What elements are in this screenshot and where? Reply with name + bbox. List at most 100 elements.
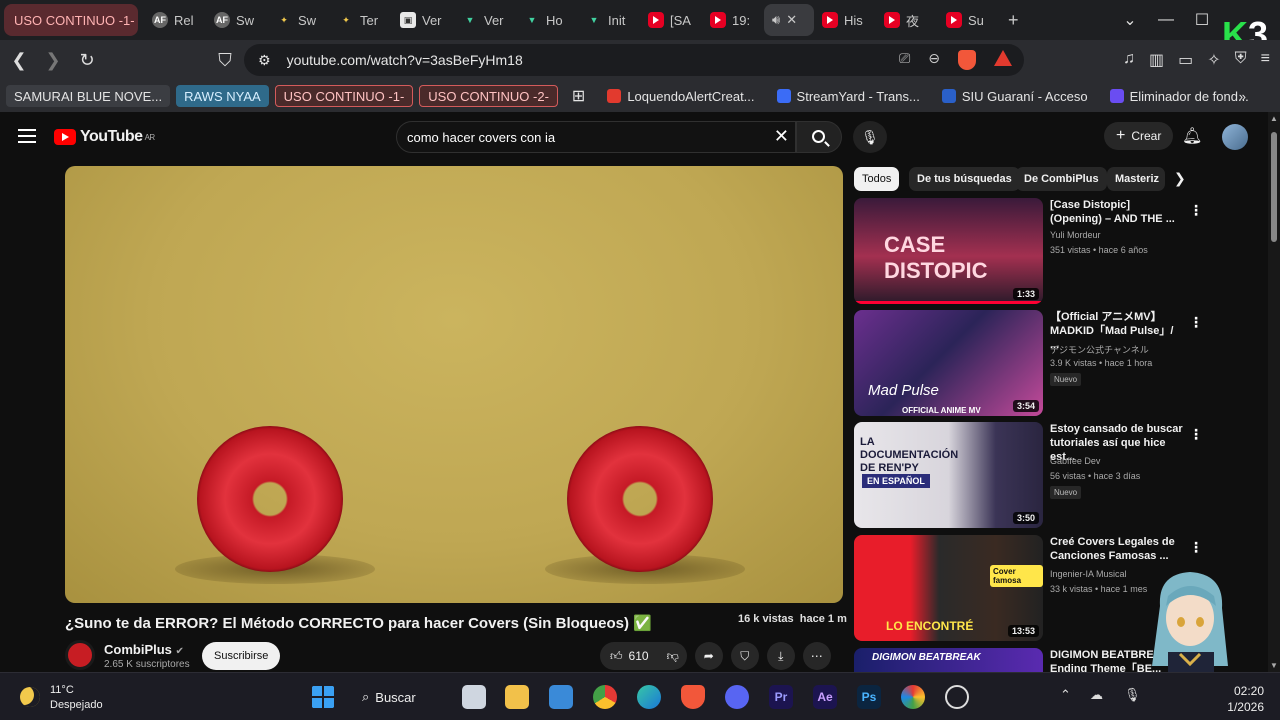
after-effects-icon[interactable]: Ae	[813, 685, 837, 709]
browser-tab[interactable]: His	[814, 4, 876, 36]
leo-ai-icon[interactable]: ✧	[1207, 50, 1220, 70]
clear-search-icon[interactable]: ✕	[774, 126, 789, 147]
hamburger-menu-icon[interactable]	[18, 129, 36, 147]
recommendation-item[interactable]: LA DOCUMENTACIÓN DE REN'PY EN ESPAÑOL 3:…	[854, 422, 1254, 530]
chip-masteriz[interactable]: Masteriz	[1107, 167, 1165, 191]
recommendation-channel[interactable]: Yuli Mordeur	[1050, 230, 1101, 240]
vpn-icon[interactable]: ⛨	[1235, 50, 1247, 70]
video-thumbnail[interactable]: LO ENCONTRÉ Cover famosa 13:53	[854, 535, 1043, 641]
scroll-up-icon[interactable]: ▲	[1270, 114, 1278, 123]
more-options-icon[interactable]: ⋮	[1189, 202, 1203, 219]
search-button[interactable]	[796, 121, 842, 153]
subscribe-button[interactable]: Suscribirse	[202, 642, 281, 670]
file-explorer-icon[interactable]	[505, 685, 529, 709]
video-player[interactable]	[65, 166, 843, 603]
more-actions-button[interactable]: ⋯	[802, 642, 831, 670]
browser-tab[interactable]: 夜	[876, 4, 938, 36]
bookmark-item[interactable]: RAWS NYAA	[176, 85, 269, 107]
tab-group-uso-continuo[interactable]: USO CONTINUO -1-	[4, 4, 138, 36]
recommendation-title[interactable]: Creé Covers Legales de Canciones Famosas…	[1050, 535, 1184, 563]
more-options-icon[interactable]: ⋮	[1189, 314, 1203, 331]
address-bar[interactable]: ⚙ youtube.com/watch?v=3asBeFyHm18 ⎚ ⊖	[244, 44, 1024, 76]
media-icon[interactable]: ♫	[1123, 50, 1135, 70]
tray-overflow-icon[interactable]: ⌃	[1060, 687, 1071, 703]
browser-tab[interactable]: AF Rel	[144, 4, 206, 36]
chip-de-tus-busquedas[interactable]: De tus búsquedas	[909, 167, 1020, 191]
premiere-icon[interactable]: Pr	[769, 685, 793, 709]
browser-tab[interactable]: ▼ Init	[578, 4, 640, 36]
brave-rewards-icon[interactable]	[994, 50, 1012, 66]
cloud-icon[interactable]: ☁	[1090, 687, 1103, 703]
browser-tab[interactable]: AF Sw	[206, 4, 268, 36]
browser-tab[interactable]: [SA	[640, 4, 702, 36]
browser-tab[interactable]: ✦ Sw	[268, 4, 330, 36]
more-options-icon[interactable]: ⋮	[1189, 539, 1203, 556]
browser-tab[interactable]: 19:	[702, 4, 764, 36]
recommendation-channel[interactable]: Gabffee Dev	[1050, 456, 1100, 466]
browser-tab[interactable]: ▼ Ho	[516, 4, 578, 36]
recommendation-channel[interactable]: デジモン公式チャンネル	[1050, 343, 1149, 356]
page-scrollbar[interactable]: ▲ ▼	[1268, 112, 1280, 672]
more-bookmarks-icon[interactable]: »	[1231, 85, 1254, 107]
video-thumbnail[interactable]: CASE DISTOPIC 1:33	[854, 198, 1043, 304]
browser-tab[interactable]: ▣ Ver	[392, 4, 454, 36]
new-tab-button[interactable]: +	[1000, 4, 1027, 36]
site-info-icon[interactable]: ⚙	[258, 52, 271, 69]
system-clock[interactable]: 02:20 1/2026	[1224, 683, 1264, 715]
bookmark-folder[interactable]: USO CONTINUO -1-	[274, 85, 414, 107]
forward-button[interactable]: ❯	[38, 50, 68, 71]
chrome-icon[interactable]	[593, 685, 617, 709]
bookmark-item[interactable]: StreamYard - Trans...	[769, 85, 928, 107]
install-app-icon[interactable]: ⎚	[899, 50, 910, 70]
photos-icon[interactable]	[549, 685, 573, 709]
bookmark-item[interactable]: SAMURAI BLUE NOVE...	[6, 85, 171, 107]
dislike-button[interactable]: 👎︎	[658, 642, 687, 670]
speaker-icon[interactable]: 🔊︎	[772, 12, 780, 28]
chip-de-combiplus[interactable]: De CombiPlus	[1016, 167, 1107, 191]
save-button[interactable]: ⛉	[730, 642, 759, 670]
davinci-icon[interactable]	[901, 685, 925, 709]
weather-widget[interactable]: 11°C Despejado	[20, 683, 103, 713]
back-button[interactable]: ❮	[4, 50, 34, 71]
photoshop-icon[interactable]: Ps	[857, 685, 881, 709]
taskbar-search[interactable]: ⌕ Buscar	[362, 685, 416, 709]
channel-name[interactable]: CombiPlus ✔	[104, 642, 184, 657]
brave-icon[interactable]	[681, 685, 705, 709]
video-thumbnail[interactable]: Mad Pulse OFFICIAL ANIME MV 3:54	[854, 310, 1043, 416]
voice-search-icon[interactable]: 🎙︎	[853, 121, 887, 153]
recommendation-channel[interactable]: Ingenier-IA Musical	[1050, 569, 1127, 579]
more-options-icon[interactable]: ⋮	[1189, 426, 1203, 443]
share-button[interactable]: ➦	[694, 642, 723, 670]
bookmark-icon[interactable]: ⛉	[210, 50, 240, 71]
scroll-down-icon[interactable]: ▼	[1270, 661, 1278, 670]
chip-todos[interactable]: Todos	[854, 167, 900, 191]
video-thumbnail[interactable]: DIGIMON BEATBREAK	[854, 648, 1043, 672]
recommendation-title[interactable]: [Case Distopic] (Opening) – AND THE ...	[1050, 198, 1184, 226]
menu-icon[interactable]: ≡	[1261, 50, 1270, 70]
like-button[interactable]: 👍︎ 610	[600, 642, 659, 670]
sidebar-icon[interactable]: ▥	[1149, 50, 1164, 70]
download-button[interactable]: ⤓	[766, 642, 795, 670]
video-thumbnail[interactable]: LA DOCUMENTACIÓN DE REN'PY EN ESPAÑOL 3:…	[854, 422, 1043, 528]
close-tab-icon[interactable]: ✕	[786, 12, 797, 28]
zoom-icon[interactable]: ⊖	[928, 50, 940, 70]
scrollbar-thumb[interactable]	[1271, 132, 1277, 242]
minimize-button[interactable]: —	[1148, 11, 1184, 29]
task-view-icon[interactable]	[462, 685, 486, 709]
brave-shields-icon[interactable]	[958, 50, 976, 70]
recommendation-item[interactable]: Mad Pulse OFFICIAL ANIME MV 3:54 【Offici…	[854, 310, 1254, 418]
apps-grid-icon[interactable]: ⊞	[564, 85, 593, 107]
recommendation-item[interactable]: CASE DISTOPIC 1:33 [Case Distopic] (Open…	[854, 198, 1254, 306]
chips-next-icon[interactable]: ❯	[1174, 170, 1186, 187]
wallet-icon[interactable]: ▭	[1178, 50, 1193, 70]
browser-tab-active[interactable]: 🔊︎ ✕	[764, 4, 814, 36]
bookmark-folder[interactable]: USO CONTINUO -2-	[419, 85, 558, 107]
browser-tab[interactable]: Su	[938, 4, 1000, 36]
create-button[interactable]: + Crear	[1104, 122, 1174, 150]
microphone-icon[interactable]: 🎙︎	[1124, 687, 1141, 703]
bookmark-item[interactable]: SIU Guaraní - Acceso	[934, 85, 1096, 107]
browser-tab[interactable]: ▼ Ver	[454, 4, 516, 36]
channel-avatar[interactable]	[65, 640, 95, 670]
reload-button[interactable]: ↻	[72, 50, 102, 71]
maximize-button[interactable]: ☐	[1184, 10, 1220, 30]
